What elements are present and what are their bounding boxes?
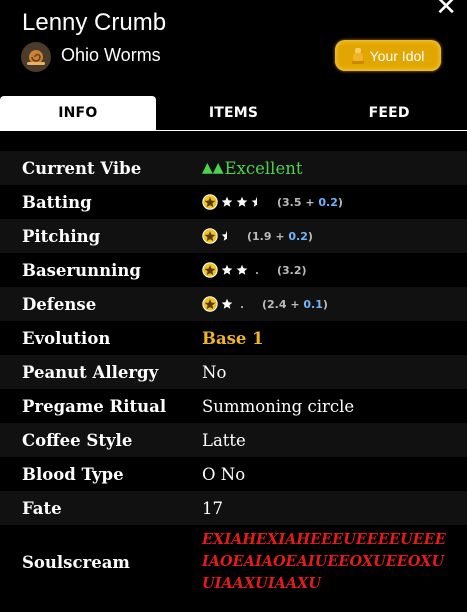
star-icon: [221, 230, 227, 241]
player-name: Lenny Crumb: [22, 9, 167, 36]
value-fate: 17: [202, 498, 223, 518]
vibe-text: Excellent: [224, 158, 303, 178]
value-baserunning: (3.2): [202, 262, 307, 278]
star-icon: [221, 298, 233, 309]
defense-stars: [202, 296, 248, 312]
tab-bar: INFO ITEMS FEED: [0, 96, 467, 131]
baserunning-rating: (3.2): [277, 263, 307, 277]
star-icon: [236, 196, 248, 207]
star-icon: [251, 196, 257, 207]
value-coffee-style: Latte: [202, 430, 246, 450]
gold-star-icon: [202, 194, 218, 210]
label-blood-type: Blood Type: [22, 464, 124, 484]
star-icon: [241, 306, 243, 308]
batting-stars: [202, 194, 263, 210]
star-icon: [256, 272, 258, 274]
star-icon: [221, 196, 233, 207]
value-current-vibe: ▲▲ Excellent: [202, 159, 302, 178]
value-defense: (2.4 + 0.1): [202, 296, 328, 312]
pitching-rating: (1.9 + 0.2): [247, 229, 313, 243]
row-soulscream: Soulscream EXIAHEXIAHEEEUEEEEUEEEIAOEAIA…: [0, 525, 467, 599]
player-header: Lenny Crumb ✕ Ohio Worms Your Idol: [0, 0, 467, 96]
team-name[interactable]: Ohio Worms: [61, 45, 161, 66]
batting-rating: (3.5 + 0.2): [277, 195, 343, 209]
double-up-arrow-icon: ▲▲: [202, 160, 224, 176]
gold-star-icon: [202, 228, 218, 244]
value-blood-type: O No: [202, 464, 246, 484]
star-icon: [221, 264, 233, 275]
label-baserunning: Baserunning: [22, 260, 141, 280]
label-peanut-allergy: Peanut Allergy: [22, 362, 159, 382]
close-icon[interactable]: ✕: [435, 0, 457, 20]
row-pregame-ritual: Pregame Ritual Summoning circle: [0, 389, 467, 423]
label-pitching: Pitching: [22, 226, 101, 246]
row-evolution: Evolution Base 1: [0, 321, 467, 355]
row-peanut-allergy: Peanut Allergy No: [0, 355, 467, 389]
value-batting: (3.5 + 0.2): [202, 194, 343, 210]
row-pitching: Pitching (1.9 + 0.2): [0, 219, 467, 253]
label-soulscream: Soulscream: [22, 552, 130, 572]
row-current-vibe: Current Vibe ▲▲ Excellent: [0, 151, 467, 185]
row-coffee-style: Coffee Style Latte: [0, 423, 467, 457]
value-peanut-allergy: No: [202, 362, 227, 382]
your-idol-label: Your Idol: [369, 47, 425, 64]
baserunning-stars: [202, 262, 263, 278]
row-blood-type: Blood Type O No: [0, 457, 467, 491]
tab-feed[interactable]: FEED: [311, 96, 467, 130]
snail-emoji-icon: [21, 42, 51, 72]
tab-items[interactable]: ITEMS: [156, 96, 312, 130]
defense-rating: (2.4 + 0.1): [262, 297, 328, 311]
pitching-stars: [202, 228, 233, 244]
row-batting: Batting (3.5 + 0.2): [0, 185, 467, 219]
value-pitching: (1.9 + 0.2): [202, 228, 313, 244]
row-defense: Defense (2.4 + 0.1): [0, 287, 467, 321]
star-icon: [236, 264, 248, 275]
row-baserunning: Baserunning (3.2): [0, 253, 467, 287]
label-coffee-style: Coffee Style: [22, 430, 133, 450]
row-fate: Fate 17: [0, 491, 467, 525]
label-batting: Batting: [22, 192, 92, 212]
value-evolution: Base 1: [202, 328, 264, 348]
gold-star-icon: [202, 296, 218, 312]
tab-info[interactable]: INFO: [0, 96, 156, 130]
label-current-vibe: Current Vibe: [22, 158, 142, 178]
label-fate: Fate: [22, 498, 62, 518]
gold-star-icon: [202, 262, 218, 278]
label-evolution: Evolution: [22, 328, 111, 348]
value-soulscream: EXIAHEXIAHEEEUEEEEUEEEIAOEAIAOEAIUEEOXUE…: [202, 531, 446, 592]
info-table: Current Vibe ▲▲ Excellent Batting (3.5 +…: [0, 151, 467, 599]
label-pregame-ritual: Pregame Ritual: [22, 396, 167, 416]
idol-icon: [351, 47, 364, 64]
value-pregame-ritual: Summoning circle: [202, 396, 355, 416]
label-defense: Defense: [22, 294, 97, 314]
your-idol-button[interactable]: Your Idol: [335, 40, 441, 71]
